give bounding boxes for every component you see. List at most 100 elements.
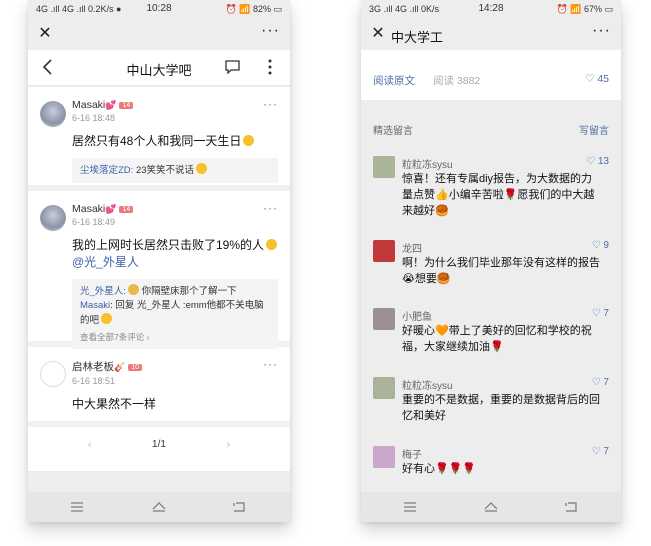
reply-username[interactable]: Masaki [80, 300, 110, 311]
comment-like-button[interactable]: ♡ 7 [592, 446, 609, 457]
post-time: 6-16 18:48 [72, 113, 116, 123]
avatar[interactable] [373, 240, 395, 262]
status-battery: ⏰ 📶 67% ▭ [556, 4, 613, 14]
page-title: 中大学工 [391, 30, 444, 45]
comment-author: 龙四 [402, 244, 422, 255]
page-indicator: 1/1 [152, 439, 166, 450]
read-original-link[interactable]: 阅读原文 [373, 73, 415, 88]
back-key-icon[interactable] [232, 500, 246, 514]
vertical-more-icon[interactable] [268, 58, 272, 76]
more-icon[interactable]: ··· [263, 201, 278, 215]
emoji-icon [127, 284, 139, 295]
comment-item: 粒粒冻sysu ♡ 7 重要的不是数据，重要的是数据背后的回忆和美好 [373, 377, 609, 427]
title-bar: ✕ 中大学工 ··· [361, 20, 621, 50]
comment-author: 粒粒冻sysu [402, 160, 453, 171]
system-nav-bar [28, 492, 290, 522]
comment-like-button[interactable]: ♡ 7 [592, 308, 609, 319]
read-count: 阅读 3882 [433, 75, 481, 87]
more-icon[interactable]: ··· [263, 357, 278, 371]
comment-text: 好暖心🧡带上了美好的回忆和学校的祝福，大家继续加油🌹 [402, 325, 592, 353]
post-text: 我的上网时长居然只击败了19%的人 [72, 238, 265, 252]
next-page-button[interactable]: › [226, 427, 230, 463]
post-text: 居然只有48个人和我同一天生日 [72, 134, 242, 148]
section-title: 精选留言 [373, 126, 413, 137]
comment-text: 重要的不是数据，重要的是数据背后的回忆和美好 [402, 394, 600, 422]
more-icon[interactable]: ··· [263, 97, 278, 111]
comment-item: 小肥鱼 ♡ 7 好暖心🧡带上了美好的回忆和学校的祝福，大家继续加油🌹 [373, 308, 609, 358]
avatar[interactable] [373, 156, 395, 178]
home-icon[interactable] [152, 500, 166, 514]
avatar[interactable] [40, 101, 66, 127]
system-nav-bar [361, 492, 621, 522]
comment-item: 龙四 ♡ 9 啊！为什么我们毕业那年没有这样的报告😭想要🥮 [373, 240, 609, 290]
emoji-icon [243, 135, 255, 146]
comment-text: 好有心🌹🌹🌹 [402, 463, 477, 475]
menu-icon[interactable] [403, 500, 417, 514]
home-icon[interactable] [484, 500, 498, 514]
article-footer: 阅读原文 阅读 3882 ♡ 45 [361, 50, 621, 100]
comment-icon[interactable] [225, 60, 240, 74]
comment-text: 惊喜！还有专属diy报告，为大数据的力量点赞👍小编辛苦啦🌹愿我们的中大越来越好🥮 [402, 173, 595, 217]
reply-text: 你隔壁床那个了解一下 [141, 286, 237, 297]
reply-box[interactable]: 尘埃落定ZD: 23笑笑不说话 [72, 158, 278, 183]
avatar[interactable] [373, 377, 395, 399]
avatar[interactable] [40, 361, 66, 387]
emoji-icon [101, 313, 113, 324]
article-comments-screen: 3G .ıll 4G .ıll 0K/s 14:28 ⏰ 📶 67% ▭ ✕ 中… [361, 0, 621, 522]
comment-like-button[interactable]: ♡ 13 [586, 156, 609, 167]
write-comment-button[interactable]: 写留言 [579, 122, 609, 137]
mention-link[interactable]: @光_外星人 [72, 255, 139, 269]
heart-icon: 💕 [105, 100, 117, 110]
menu-icon[interactable] [70, 500, 84, 514]
emoji-icon [266, 239, 278, 250]
post-username[interactable]: Masaki [72, 99, 105, 111]
comment-item: 粒粒冻sysu ♡ 13 惊喜！还有专属diy报告，为大数据的力量点赞👍小编辛苦… [373, 156, 609, 220]
level-badge: 14 [119, 206, 134, 213]
post-item: Masaki💕 14 6-16 18:49 ··· 我的上网时长居然只击败了19%… [28, 191, 290, 349]
back-key-icon[interactable] [564, 500, 578, 514]
more-icon[interactable]: ··· [592, 22, 611, 40]
view-all-comments-link[interactable]: 查看全部7条评论 › [80, 330, 270, 344]
title-bar: ✕ ··· [28, 20, 290, 50]
reply-box[interactable]: 光_外星人: 你隔壁床那个了解一下 Masaki: 回复 光_外星人 :emm他… [72, 279, 278, 349]
post-text: 中大果然不一样 [72, 397, 157, 411]
like-button[interactable]: ♡ 45 [585, 73, 609, 85]
emoji-icon [196, 163, 208, 174]
post-item: Masaki💕 14 6-16 18:48 ··· 居然只有48个人和我同一天生日… [28, 87, 290, 191]
comment-like-button[interactable]: ♡ 7 [592, 377, 609, 388]
guitar-icon: 🎸 [114, 362, 126, 372]
post-username[interactable]: 启林老板 [72, 361, 114, 373]
post-time: 6-16 18:49 [72, 217, 116, 227]
post-feed: Masaki💕 14 6-16 18:48 ··· 居然只有48个人和我同一天生日… [28, 87, 290, 471]
status-bar: 3G .ıll 4G .ıll 0K/s 14:28 ⏰ 📶 67% ▭ [361, 0, 621, 20]
comment-author: 粒粒冻sysu [402, 381, 453, 392]
avatar[interactable] [373, 446, 395, 468]
more-icon[interactable]: ··· [261, 22, 280, 40]
comment-item: 梅子 ♡ 7 好有心🌹🌹🌹 [373, 446, 609, 486]
level-badge: 10 [128, 364, 143, 371]
page-title: 中山大学吧 [126, 63, 192, 78]
comment-author: 小肥鱼 [402, 312, 432, 323]
post-time: 6-16 18:51 [72, 376, 116, 386]
post-username[interactable]: Masaki [72, 203, 105, 215]
comment-text: 啊！为什么我们毕业那年没有这样的报告😭想要🥮 [402, 257, 600, 285]
status-battery: ⏰ 📶 82% ▭ [225, 4, 282, 14]
post-item: 启林老板🎸 10 6-16 18:51 ··· 中大果然不一样 [28, 347, 290, 427]
pagination: ‹ 1/1 › [28, 427, 290, 467]
reply-text: 23笑笑不说话 [135, 165, 195, 176]
prev-page-button[interactable]: ‹ [88, 427, 92, 463]
level-badge: 14 [119, 102, 134, 109]
tieba-screen: 4G .ıll 4G .ıll 0.2K/s ● 10:28 ⏰ 📶 82% ▭… [28, 0, 290, 522]
comment-like-button[interactable]: ♡ 9 [592, 240, 609, 251]
avatar[interactable] [40, 205, 66, 231]
close-icon[interactable]: ✕ [369, 25, 387, 43]
status-bar: 4G .ıll 4G .ıll 0.2K/s ● 10:28 ⏰ 📶 82% ▭ [28, 0, 290, 20]
close-icon[interactable]: ✕ [36, 25, 54, 43]
tieba-nav-bar: 中山大学吧 [28, 50, 290, 86]
heart-icon: 💕 [105, 204, 117, 214]
comments-header: 精选留言 写留言 [373, 122, 609, 137]
comment-author: 梅子 [402, 450, 422, 461]
reply-username[interactable]: 尘埃落定ZD: [80, 165, 133, 176]
avatar[interactable] [373, 308, 395, 330]
reply-username[interactable]: 光_外星人: [80, 286, 126, 297]
